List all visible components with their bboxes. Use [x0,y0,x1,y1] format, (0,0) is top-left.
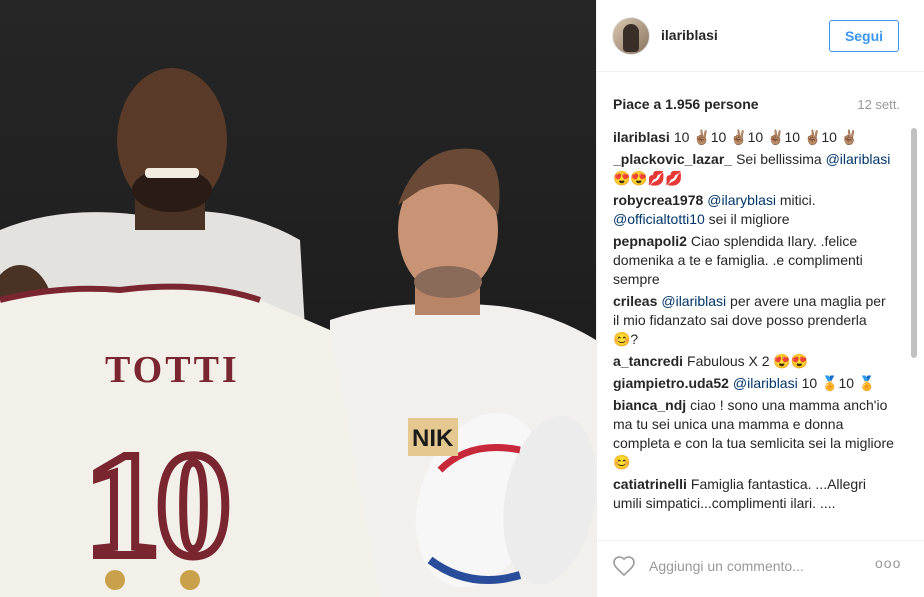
comment-mention[interactable]: @ilariblasi [733,375,798,391]
comment-username[interactable]: crileas [613,293,657,309]
comment-username[interactable]: a_tancredi [613,353,683,369]
comments-scrollbar[interactable] [910,128,918,528]
comment-username[interactable]: bianca_ndj [613,397,686,413]
comment-username[interactable]: giampietro.uda52 [613,375,729,391]
shoe-box-text: NIK [412,425,454,452]
comment-item: robycrea1978 @ilaryblasi mitici. @officia… [613,191,895,229]
post-header: ilariblasi Segui [597,0,924,72]
scrollbar-thumb[interactable] [911,128,917,358]
follow-button[interactable]: Segui [829,20,899,52]
likes-row: Piace a 1.956 persone 12 sett. [613,96,900,112]
heart-icon[interactable] [612,554,636,578]
comment-text: 10 ✌🏽10 ✌🏽10 ✌🏽10 ✌🏽10 ✌🏽 [673,129,859,145]
comment-username[interactable]: pepnapoli2 [613,233,687,249]
post-time[interactable]: 12 sett. [857,97,900,112]
comment-username[interactable]: ilariblasi [613,129,670,145]
comment-item: crileas @ilariblasi per avere una maglia … [613,292,895,349]
comment-item: giampietro.uda52 @ilariblasi 10 🏅10 🏅 [613,374,895,393]
likes-count[interactable]: Piace a 1.956 persone [613,96,759,112]
comment-item: catiatrinelli Famiglia fantastica. ...All… [613,475,895,513]
comment-item: pepnapoli2 Ciao splendida Ilary. .felice … [613,232,895,289]
more-options-icon[interactable]: ooo [875,555,901,571]
comment-item: ilariblasi 10 ✌🏽10 ✌🏽10 ✌🏽10 ✌🏽10 ✌🏽 [613,128,895,147]
jersey-number-text: 10 [85,422,227,588]
comment-item: a_tancredi Fabulous X 2 😍😍 [613,352,895,371]
comment-item: bianca_ndj ciao ! sono una mamma anch'io … [613,396,895,472]
comment-text: sei il migliore [704,211,790,227]
comment-username[interactable]: robycrea1978 [613,192,703,208]
post-photo[interactable]: TOTTI 10 NIK [0,0,596,597]
comment-mention[interactable]: @ilariblasi [661,293,726,309]
add-comment-bar: ooo [597,540,924,597]
avatar[interactable] [612,17,650,55]
comment-username[interactable]: _plackovic_lazar_ [613,151,732,167]
jersey-name-text: TOTTI [105,349,240,391]
comment-mention[interactable]: @ilariblasi [826,151,891,167]
comment-text: 10 🏅10 🏅 [797,375,876,391]
comment-item: _plackovic_lazar_ Sei bellissima @ilaribl… [613,150,895,188]
comment-text: Sei bellissima [736,151,826,167]
comment-text: Fabulous X 2 😍😍 [687,353,809,369]
photo-illustration: TOTTI 10 NIK [0,68,596,597]
comment-mention[interactable]: @ilaryblasi [707,192,776,208]
comment-mention[interactable]: @officialtotti10 [613,211,705,227]
comment-list: ilariblasi 10 ✌🏽10 ✌🏽10 ✌🏽10 ✌🏽10 ✌🏽 _plac… [613,128,909,528]
post-sidebar: ilariblasi Segui Piace a 1.956 persone 1… [596,0,924,597]
post-username[interactable]: ilariblasi [661,27,718,43]
comment-text: mitici. [775,192,816,208]
comment-text: 😍😍💋💋 [613,170,683,186]
comment-input[interactable] [647,553,871,579]
comment-username[interactable]: catiatrinelli [613,476,687,492]
